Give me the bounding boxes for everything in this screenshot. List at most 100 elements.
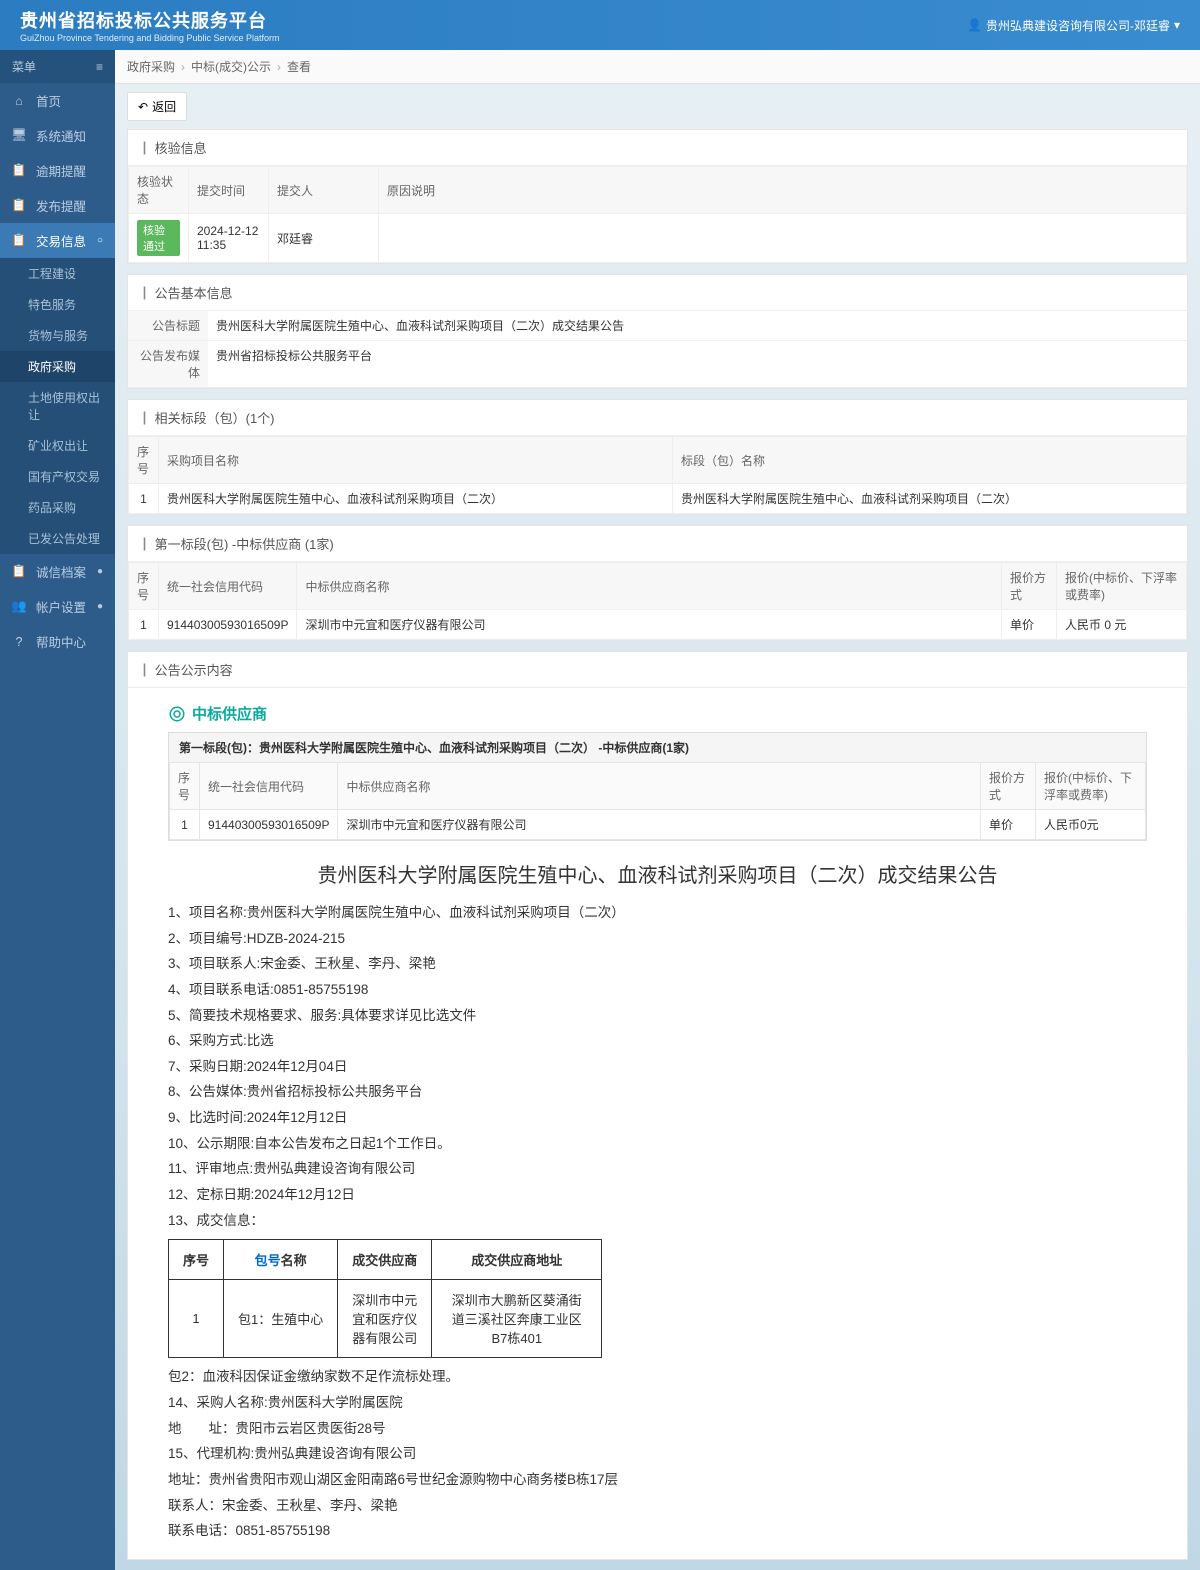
doc-line: 12、定标日期:2024年12月12日 bbox=[168, 1182, 1147, 1208]
col-reason: 原因说明 bbox=[379, 167, 1187, 214]
sidebar-item-3[interactable]: 📋发布提醒 bbox=[0, 188, 115, 223]
doc-line: 联系人：宋金委、王秋星、李丹、梁艳 bbox=[168, 1493, 1147, 1519]
back-label: 返回 bbox=[152, 98, 176, 115]
col-method: 报价方式 bbox=[1002, 563, 1057, 610]
document-title: 贵州医科大学附属医院生殖中心、血液科试剂采购项目（二次）成交结果公告 bbox=[168, 859, 1147, 888]
col-seq: 序号 bbox=[169, 1240, 224, 1280]
col-seq: 序号 bbox=[129, 437, 159, 484]
menu-label: 诚信档案 bbox=[36, 562, 86, 581]
crumb-2: 查看 bbox=[287, 58, 311, 75]
sidebar-item-0[interactable]: ⌂ 首页 bbox=[0, 83, 115, 118]
menu-icon: ⌂ bbox=[12, 94, 26, 108]
col-code: 统一社会信用代码 bbox=[159, 563, 297, 610]
sidebar: 菜单 ≡ ⌂ 首页 🖥系统通知 📋 逾期提醒 📋发布提醒📋交易信息○工程建设特色服务货物与… bbox=[0, 50, 115, 1570]
form-row: 公告发布媒体 贵州省招标投标公共服务平台 bbox=[128, 341, 1187, 388]
verify-title: 核验信息 bbox=[128, 130, 1187, 166]
menu-label: 交易信息 bbox=[36, 231, 86, 250]
table-row: 核验通过 2024-12-12 11:35 邓廷睿 bbox=[129, 214, 1187, 263]
col-code: 统一社会信用代码 bbox=[200, 763, 338, 810]
menu-header: 菜单 ≡ bbox=[0, 50, 115, 83]
user-icon: 👤 bbox=[967, 18, 982, 32]
site-title: 贵州省招标投标公共服务平台 bbox=[20, 7, 279, 33]
crumb-1[interactable]: 中标(成交)公示 bbox=[191, 58, 271, 75]
chevron-right-icon: › bbox=[181, 60, 185, 74]
cell-method: 单价 bbox=[981, 810, 1036, 840]
col-seq: 序号 bbox=[129, 563, 159, 610]
user-menu[interactable]: 👤 贵州弘典建设咨询有限公司-邓廷睿 ▾ bbox=[967, 17, 1180, 34]
col-name: 名称 bbox=[281, 1253, 307, 1268]
table-row: 1 91440300593016509P 深圳市中元宜和医疗仪器有限公司 单价 … bbox=[170, 810, 1146, 840]
sidebar-item-6[interactable]: 👥帐户设置● bbox=[0, 589, 115, 624]
status-badge: 核验通过 bbox=[137, 220, 180, 256]
col-person: 提交人 bbox=[269, 167, 379, 214]
target-icon bbox=[168, 705, 186, 723]
menu-icon: 🖥 bbox=[12, 129, 26, 143]
doc-line: 15、代理机构:贵州弘典建设咨询有限公司 bbox=[168, 1441, 1147, 1467]
submenu-item-6[interactable]: 国有产权交易 bbox=[0, 461, 115, 492]
menu-label: 逾期提醒 bbox=[36, 161, 86, 180]
submenu-item-3[interactable]: 政府采购 bbox=[0, 351, 115, 382]
sidebar-item-1[interactable]: 🖥系统通知 bbox=[0, 118, 115, 153]
logo: 贵州省招标投标公共服务平台 GuiZhou Province Tendering… bbox=[20, 7, 279, 43]
doc-line: 8、公告媒体:贵州省招标投标公共服务平台 bbox=[168, 1079, 1147, 1105]
winner-title: 第一标段(包) -中标供应商 (1家) bbox=[128, 526, 1187, 562]
submenu-item-0[interactable]: 工程建设 bbox=[0, 258, 115, 289]
doc-line: 10、公示期限:自本公告发布之日起1个工作日。 bbox=[168, 1131, 1147, 1157]
cell-section: 贵州医科大学附属医院生殖中心、血液科试剂采购项目（二次） bbox=[673, 484, 1187, 514]
menu-label: 发布提醒 bbox=[36, 196, 86, 215]
crumb-0[interactable]: 政府采购 bbox=[127, 58, 175, 75]
doc-line: 联系电话：0851-85755198 bbox=[168, 1518, 1147, 1544]
submenu-item-5[interactable]: 矿业权出让 bbox=[0, 430, 115, 461]
menu-label: 帐户设置 bbox=[36, 597, 86, 616]
supplier-box-title: 第一标段(包)：贵州医科大学附属医院生殖中心、血液科试剂采购项目（二次） -中标… bbox=[169, 733, 1146, 762]
supplier-box: 第一标段(包)：贵州医科大学附属医院生殖中心、血液科试剂采购项目（二次） -中标… bbox=[168, 732, 1147, 841]
back-button[interactable]: ↶ 返回 bbox=[127, 92, 187, 121]
doc-line: 地址：贵州省贵阳市观山湖区金阳南路6号世纪金源购物中心商务楼B栋17层 bbox=[168, 1467, 1147, 1493]
verify-table: 核验状态 提交时间 提交人 原因说明 核验通过 2024-12-12 11:35… bbox=[128, 166, 1187, 263]
cell-seq: 1 bbox=[169, 1280, 224, 1358]
sidebar-item-4[interactable]: 📋交易信息○ bbox=[0, 223, 115, 258]
col-supplier: 成交供应商 bbox=[338, 1240, 432, 1280]
doc-line: 6、采购方式:比选 bbox=[168, 1028, 1147, 1054]
submenu-item-8[interactable]: 已发公告处理 bbox=[0, 523, 115, 554]
sidebar-item-5[interactable]: 📋诚信档案● bbox=[0, 554, 115, 589]
col-pkg: 包号名称 bbox=[224, 1240, 338, 1280]
menu-collapse-icon[interactable]: ≡ bbox=[96, 60, 103, 74]
main-content: 政府采购 › 中标(成交)公示 › 查看 ↶ 返回 核验信息 核验状态 提交时间… bbox=[115, 50, 1200, 1570]
verify-panel: 核验信息 核验状态 提交时间 提交人 原因说明 核验通过 2024-12-12 … bbox=[127, 129, 1188, 264]
submenu-item-2[interactable]: 货物与服务 bbox=[0, 320, 115, 351]
doc-line: 3、项目联系人:宋金委、王秋星、李丹、梁艳 bbox=[168, 951, 1147, 977]
submenu-item-4[interactable]: 土地使用权出让 bbox=[0, 382, 115, 430]
deal-table: 序号 包号名称 成交供应商 成交供应商地址 1 包1：生殖中心 深圳市中元宜和医… bbox=[168, 1239, 602, 1358]
col-section: 标段（包）名称 bbox=[673, 437, 1187, 484]
sidebar-item-2[interactable]: 📋 逾期提醒 bbox=[0, 153, 115, 188]
cell-seq: 1 bbox=[170, 810, 200, 840]
table-row: 1 包1：生殖中心 深圳市中元宜和医疗仪器有限公司 深圳市大鹏新区葵涌街道三溪社… bbox=[169, 1280, 602, 1358]
cell-code: 91440300593016509P bbox=[159, 610, 297, 640]
sidebar-item-7[interactable]: ?帮助中心 bbox=[0, 624, 115, 659]
submenu-item-7[interactable]: 药品采购 bbox=[0, 492, 115, 523]
cell-time: 2024-12-12 11:35 bbox=[189, 214, 269, 263]
winner-table: 序号 统一社会信用代码 中标供应商名称 报价方式 报价(中标价、下浮率或费率) … bbox=[128, 562, 1187, 640]
cell-proj: 贵州医科大学附属医院生殖中心、血液科试剂采购项目（二次） bbox=[159, 484, 673, 514]
menu-icon: 👥 bbox=[12, 600, 26, 614]
menu-icon: 📋 bbox=[12, 164, 26, 178]
breadcrumb: 政府采购 › 中标(成交)公示 › 查看 bbox=[115, 50, 1200, 84]
menu-label: 首页 bbox=[36, 91, 61, 110]
cell-name: 深圳市中元宜和医疗仪器有限公司 bbox=[338, 810, 981, 840]
cell-price: 人民币0元 bbox=[1036, 810, 1146, 840]
cell-seq: 1 bbox=[129, 484, 159, 514]
menu-icon: ? bbox=[12, 635, 26, 649]
form-row: 公告标题 贵州医科大学附属医院生殖中心、血液科试剂采购项目（二次）成交结果公告 bbox=[128, 311, 1187, 341]
cell-name: 深圳市中元宜和医疗仪器有限公司 bbox=[297, 610, 1002, 640]
doc-line: 9、比选时间:2024年12月12日 bbox=[168, 1105, 1147, 1131]
submenu-item-1[interactable]: 特色服务 bbox=[0, 289, 115, 320]
label-title: 公告标题 bbox=[128, 311, 208, 340]
col-seq: 序号 bbox=[170, 763, 200, 810]
pkg-link[interactable]: 包号 bbox=[255, 1253, 281, 1268]
cell-price: 人民币 0 元 bbox=[1057, 610, 1187, 640]
menu-label: 菜单 bbox=[12, 58, 36, 75]
sections-table: 序号 采购项目名称 标段（包）名称 1 贵州医科大学附属医院生殖中心、血液科试剂… bbox=[128, 436, 1187, 514]
doc-line: 2、项目编号:HDZB-2024-215 bbox=[168, 926, 1147, 952]
cell-addr: 深圳市大鹏新区葵涌街道三溪社区奔康工业区B7栋401 bbox=[432, 1280, 602, 1358]
